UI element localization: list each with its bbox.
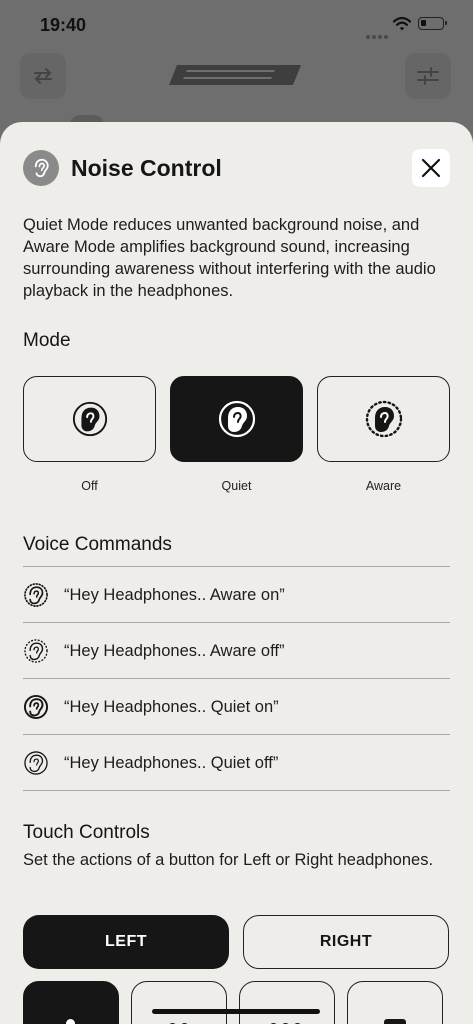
double-tap-icon xyxy=(168,1019,189,1024)
right-earbud-tab[interactable]: RIGHT xyxy=(243,915,449,969)
ear-icon xyxy=(72,401,107,437)
triple-tap-icon xyxy=(269,1019,302,1024)
mode-aware-button[interactable] xyxy=(317,376,450,462)
home-indicator xyxy=(152,1009,320,1014)
switch-device-button[interactable] xyxy=(20,53,66,99)
mode-heading: Mode xyxy=(23,330,71,351)
mode-off-button[interactable] xyxy=(23,376,156,462)
gesture-tile[interactable] xyxy=(23,981,119,1024)
close-icon xyxy=(421,158,441,178)
mode-aware-label: Aware xyxy=(365,479,402,493)
voice-command-item: “Hey Headphones.. Quiet off” xyxy=(23,734,450,791)
left-earbud-tab[interactable]: LEFT xyxy=(23,915,229,969)
gesture-tile[interactable] xyxy=(131,981,227,1024)
close-button[interactable] xyxy=(412,149,450,187)
bose-logo-icon xyxy=(169,65,301,85)
sheet-title: Noise Control xyxy=(71,155,222,181)
voice-command-text: “Hey Headphones.. Quiet on” xyxy=(64,697,279,716)
voice-command-text: “Hey Headphones.. Aware on” xyxy=(64,585,285,604)
battery-icon xyxy=(418,17,447,30)
ear-quiet-off-icon xyxy=(23,750,49,776)
swap-arrows-icon xyxy=(34,68,52,84)
ear-quiet-icon xyxy=(218,400,255,438)
status-bar: 19:40 xyxy=(0,0,473,54)
tap-dot-icon xyxy=(66,1019,75,1024)
voice-command-item: “Hey Headphones.. Aware off” xyxy=(23,622,450,679)
gesture-tile[interactable] xyxy=(347,981,443,1024)
ear-aware-off-icon xyxy=(23,638,49,664)
mode-quiet-label: Quiet xyxy=(221,479,252,493)
press-hold-icon xyxy=(384,1019,406,1024)
status-time: 19:40 xyxy=(40,15,87,35)
touch-controls-subtitle: Set the actions of a button for Left or … xyxy=(23,851,434,869)
noise-control-sheet: Noise Control Quiet Mode reduces unwante… xyxy=(0,122,473,1024)
mode-off-label: Off xyxy=(81,479,98,493)
voice-command-text: “Hey Headphones.. Aware off” xyxy=(64,641,285,660)
settings-button[interactable] xyxy=(405,53,451,99)
voice-command-item: “Hey Headphones.. Aware on” xyxy=(23,566,450,623)
description: Quiet Mode reduces unwanted background n… xyxy=(23,216,436,300)
sliders-icon xyxy=(417,67,439,85)
voice-command-text: “Hey Headphones.. Quiet off” xyxy=(64,753,279,772)
ear-icon xyxy=(23,150,59,186)
voice-commands-heading: Voice Commands xyxy=(23,534,172,555)
gesture-tile[interactable] xyxy=(239,981,335,1024)
touch-controls-heading: Touch Controls xyxy=(23,822,150,843)
mode-quiet-button[interactable] xyxy=(170,376,303,462)
divider xyxy=(23,790,450,791)
ear-quiet-icon xyxy=(23,694,49,720)
ear-aware-icon xyxy=(365,400,402,438)
ear-aware-icon xyxy=(23,582,49,608)
voice-command-item: “Hey Headphones.. Quiet on” xyxy=(23,678,450,735)
wifi-icon xyxy=(393,16,411,31)
cellular-signal-icon xyxy=(366,26,390,44)
